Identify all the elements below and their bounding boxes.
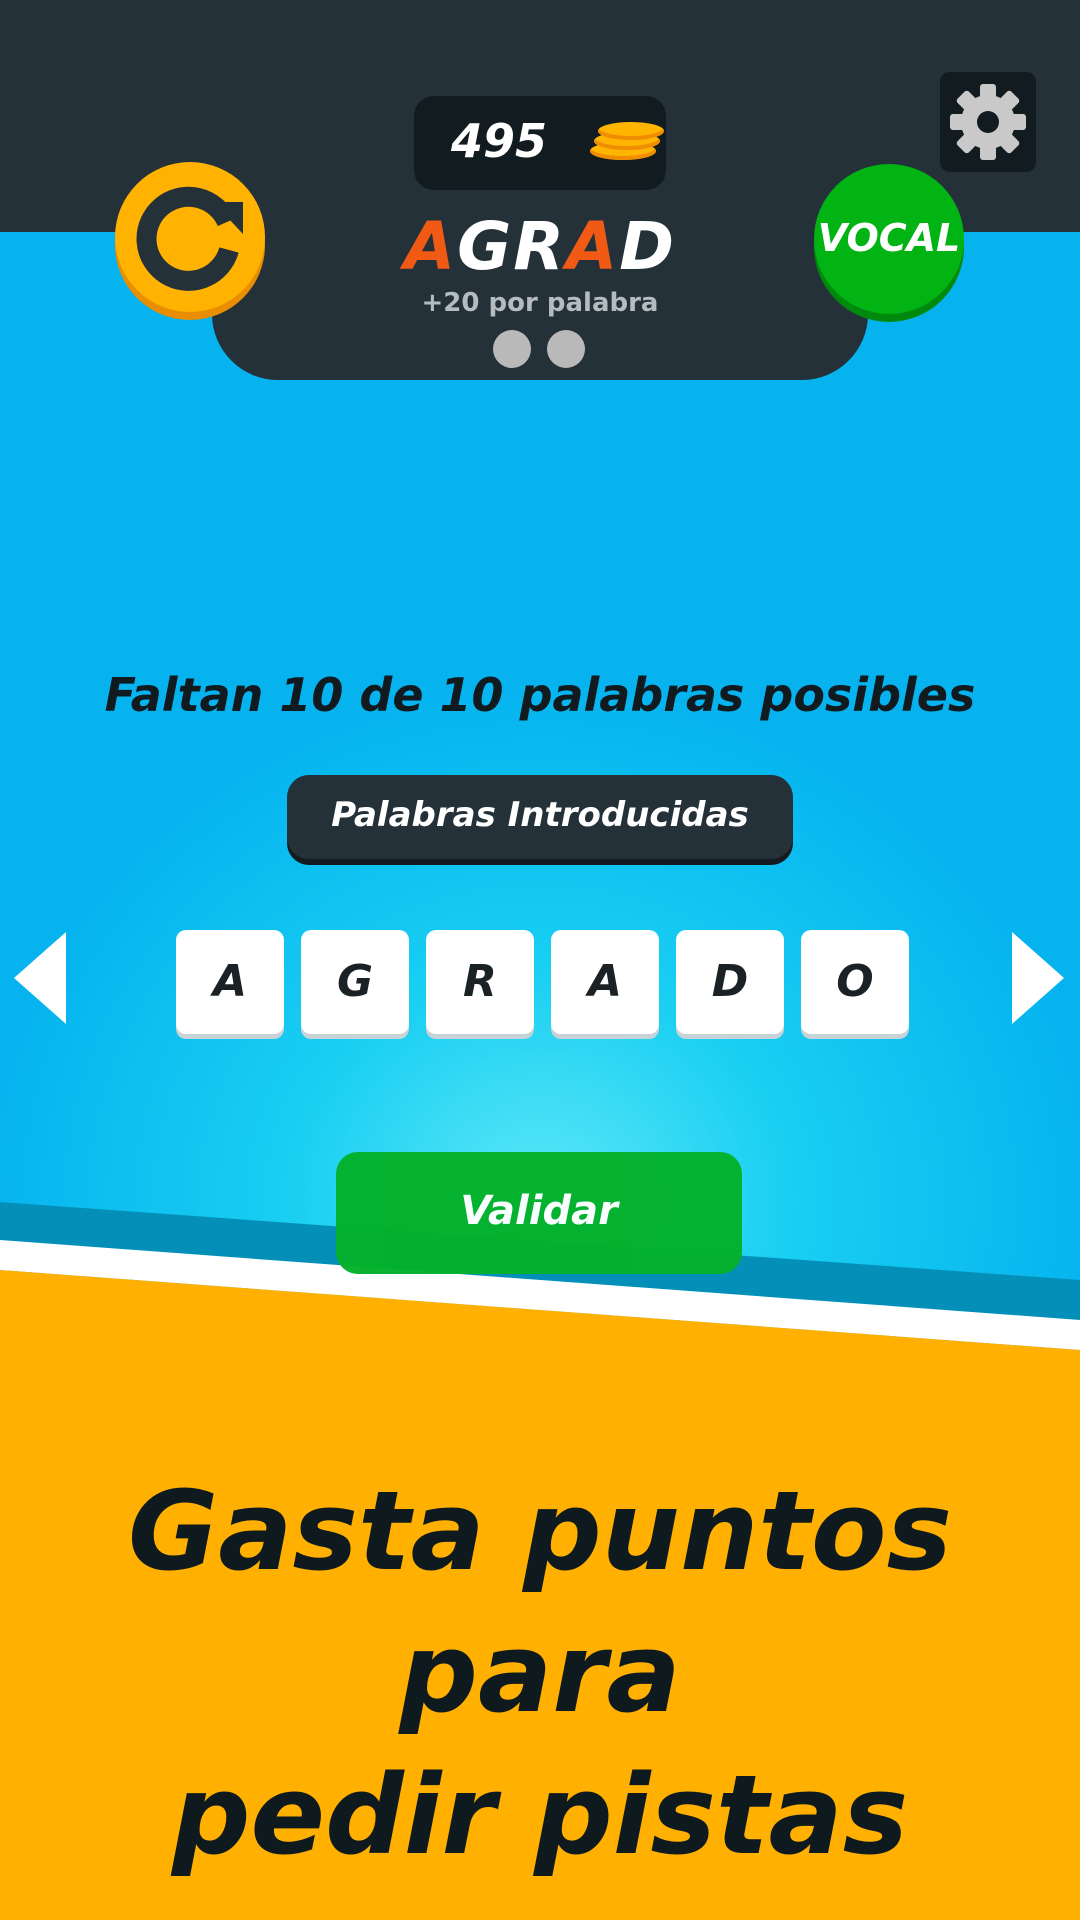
hint-dot	[547, 330, 585, 368]
coin-counter: 495	[414, 96, 666, 190]
letter-tile[interactable]: A	[551, 930, 659, 1034]
missing-words-text: Faltan 10 de 10 palabras posibles	[104, 668, 976, 722]
validate-label: Validar	[460, 1188, 618, 1234]
letter-tile[interactable]: O	[801, 930, 909, 1034]
arrow-right-icon[interactable]	[1012, 932, 1064, 1024]
gear-icon	[950, 84, 1026, 160]
target-word: AGRAD	[340, 208, 740, 285]
target-word-letter: A	[404, 208, 458, 285]
vocal-label: VOCAL	[817, 216, 961, 260]
letter-tile[interactable]: G	[301, 930, 409, 1034]
target-word-letter: D	[619, 208, 676, 285]
target-word-letter: A	[566, 208, 620, 285]
refresh-icon	[136, 186, 243, 291]
target-word-letter: G	[457, 208, 514, 285]
reward-text: +20 por palabra	[421, 288, 659, 318]
letter-tile[interactable]: A	[176, 930, 284, 1034]
letter-tile[interactable]: D	[676, 930, 784, 1034]
target-word-letter: R	[513, 208, 567, 285]
coin-stack-icon	[590, 122, 664, 162]
letter-tile[interactable]: R	[426, 930, 534, 1034]
promo-headline: Gasta puntos para pedir pistas	[0, 1460, 1080, 1886]
promo-line-2: pedir pistas	[171, 1751, 909, 1879]
hint-dot	[493, 330, 531, 368]
arrow-left-icon[interactable]	[14, 932, 66, 1024]
entered-words-label: Palabras Introducidas	[331, 795, 749, 835]
promo-line-1: Gasta puntos para	[127, 1467, 953, 1737]
vocal-button[interactable]: VOCAL	[814, 164, 964, 314]
settings-button[interactable]	[940, 72, 1036, 172]
refresh-button[interactable]	[115, 162, 265, 312]
entered-words-button[interactable]: Palabras Introducidas	[287, 775, 793, 859]
validate-button[interactable]: Validar	[336, 1152, 742, 1274]
coin-value: 495	[450, 114, 548, 168]
